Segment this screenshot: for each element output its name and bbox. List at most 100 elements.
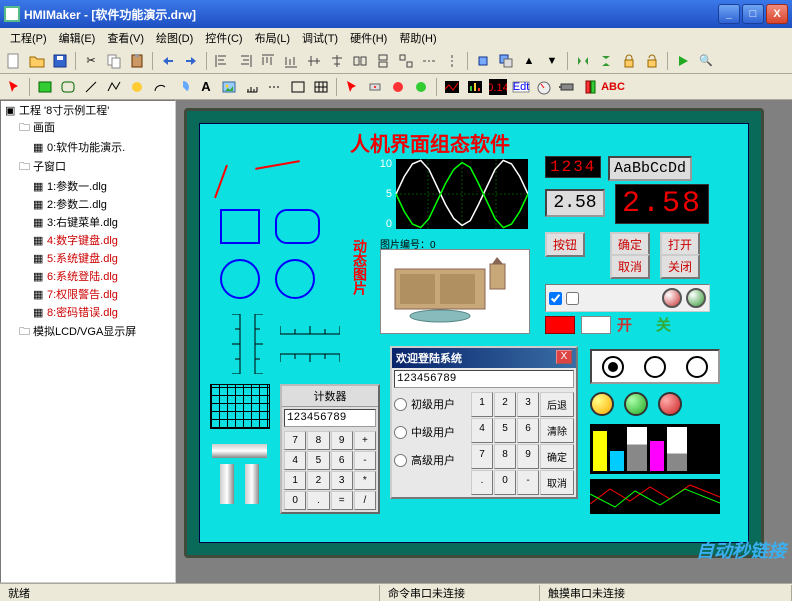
login-close-button[interactable]: X <box>556 350 572 364</box>
trend-icon[interactable] <box>441 76 463 98</box>
flip-h-icon[interactable] <box>572 50 594 72</box>
menu-help[interactable]: 帮助(H) <box>393 28 442 48</box>
align-bottom-icon[interactable] <box>280 50 302 72</box>
calc-key-7[interactable]: 7 <box>284 431 306 450</box>
tree-page-0[interactable]: 0:软件功能演示. <box>47 142 125 154</box>
undo-icon[interactable] <box>157 50 179 72</box>
move-up-icon[interactable]: ▲ <box>518 50 540 72</box>
login-key-后退[interactable]: 后退 <box>540 392 574 417</box>
pie-icon[interactable] <box>172 76 194 98</box>
move-down-icon[interactable]: ▼ <box>541 50 563 72</box>
login-key-9[interactable]: 9 <box>517 444 539 469</box>
calc-key-=[interactable]: = <box>331 491 353 510</box>
login-radio-0[interactable] <box>394 398 407 411</box>
grid-icon[interactable] <box>310 76 332 98</box>
lamp-green-icon[interactable] <box>624 392 648 416</box>
calc-key-1[interactable]: 1 <box>284 471 306 490</box>
sample-circle-1[interactable] <box>220 259 260 299</box>
calc-key-6[interactable]: 6 <box>331 451 353 470</box>
switch-off-label[interactable]: 关 <box>656 314 671 335</box>
polyline-icon[interactable] <box>103 76 125 98</box>
login-display[interactable]: 123456789 <box>394 370 574 388</box>
radio-2[interactable] <box>644 356 666 378</box>
calc-key-5[interactable]: 5 <box>307 451 329 470</box>
roundrect-icon[interactable] <box>57 76 79 98</box>
bar-gauge-panel[interactable] <box>590 424 720 474</box>
seg-display-small[interactable]: 1234 <box>545 156 601 178</box>
sample-pipe-v2[interactable] <box>245 464 259 504</box>
tree-folder-dialogs[interactable]: 子窗口 <box>33 161 66 173</box>
motor-icon[interactable] <box>556 76 578 98</box>
calc-key-0[interactable]: 0 <box>284 491 306 510</box>
dashline-icon[interactable] <box>264 76 286 98</box>
login-key-5[interactable]: 5 <box>494 418 516 443</box>
dist-horiz-icon[interactable] <box>418 50 440 72</box>
calc-key-*[interactable]: * <box>354 471 376 490</box>
edit-box-icon[interactable]: Edt <box>510 76 532 98</box>
minimize-button[interactable]: _ <box>718 4 740 24</box>
login-key-确定[interactable]: 确定 <box>540 444 574 469</box>
same-width-icon[interactable] <box>349 50 371 72</box>
meter-icon[interactable] <box>533 76 555 98</box>
menu-layout[interactable]: 布局(L) <box>249 28 296 48</box>
login-key-6[interactable]: 6 <box>517 418 539 443</box>
sample-line-1[interactable] <box>214 165 228 199</box>
sample-grid[interactable] <box>210 384 270 429</box>
calc-display[interactable]: 123456789 <box>284 409 376 427</box>
login-key-8[interactable]: 8 <box>494 444 516 469</box>
menu-debug[interactable]: 调试(T) <box>296 28 344 48</box>
same-size-icon[interactable] <box>395 50 417 72</box>
image-icon[interactable] <box>218 76 240 98</box>
checkbox-1[interactable] <box>549 292 562 305</box>
indicator-icon[interactable] <box>579 76 601 98</box>
sample-ruler-h1[interactable] <box>280 319 340 339</box>
calc-key-8[interactable]: 8 <box>307 431 329 450</box>
menu-project[interactable]: 工程(P) <box>4 28 53 48</box>
tree-folder-pages[interactable]: 画面 <box>33 122 55 134</box>
align-hcenter-icon[interactable] <box>303 50 325 72</box>
calc-key-+[interactable]: + <box>354 431 376 450</box>
tree-dialog-6[interactable]: 6:系统登陆.dlg <box>47 271 118 283</box>
digit-display-icon[interactable]: 0.14 <box>487 76 509 98</box>
dist-vert-icon[interactable] <box>441 50 463 72</box>
scale-icon[interactable] <box>241 76 263 98</box>
indicator-green-icon[interactable] <box>686 288 706 308</box>
tree-dialog-4[interactable]: 4:数字键盘.dlg <box>47 235 118 247</box>
sample-pipe-v1[interactable] <box>220 464 234 504</box>
numeric-input[interactable]: 2.58 <box>545 189 605 217</box>
sample-pipe-h[interactable] <box>212 444 267 458</box>
lock-icon[interactable] <box>618 50 640 72</box>
sample-roundrect[interactable] <box>275 209 320 244</box>
hmi-screen[interactable]: 人机界面组态软件 <box>199 123 749 543</box>
bar-gauge-icon[interactable] <box>464 76 486 98</box>
switch-on-label[interactable]: 开 <box>617 314 632 335</box>
arc-icon[interactable] <box>149 76 171 98</box>
align-vcenter-icon[interactable] <box>326 50 348 72</box>
lamp-red-icon[interactable] <box>658 392 682 416</box>
login-header[interactable]: 欢迎登陆系统 X <box>392 348 576 368</box>
sample-rect[interactable] <box>220 209 260 244</box>
calc-key-2[interactable]: 2 <box>307 471 329 490</box>
sample-ruler-v1[interactable] <box>220 314 245 374</box>
paste-icon[interactable] <box>126 50 148 72</box>
same-height-icon[interactable] <box>372 50 394 72</box>
radio-3[interactable] <box>686 356 708 378</box>
login-key-3[interactable]: 3 <box>517 392 539 417</box>
cut-icon[interactable]: ✂ <box>80 50 102 72</box>
pointer-icon[interactable] <box>3 76 25 98</box>
login-key-2[interactable]: 2 <box>494 392 516 417</box>
run-icon[interactable] <box>672 50 694 72</box>
flip-v-icon[interactable] <box>595 50 617 72</box>
new-icon[interactable] <box>3 50 25 72</box>
sample-circle-2[interactable] <box>275 259 315 299</box>
calc-key-/[interactable]: / <box>354 491 376 510</box>
tree-dialog-7[interactable]: 7:权限警告.dlg <box>47 289 118 301</box>
login-key-.[interactable]: . <box>471 470 493 495</box>
button-icon[interactable] <box>364 76 386 98</box>
magnify-icon[interactable]: 🔍 <box>695 50 717 72</box>
rect-icon[interactable] <box>34 76 56 98</box>
abc-label-icon[interactable]: ABC <box>602 76 624 98</box>
button-close[interactable]: 关闭 <box>660 254 700 279</box>
text-icon[interactable]: A <box>195 76 217 98</box>
login-key-0[interactable]: 0 <box>494 470 516 495</box>
